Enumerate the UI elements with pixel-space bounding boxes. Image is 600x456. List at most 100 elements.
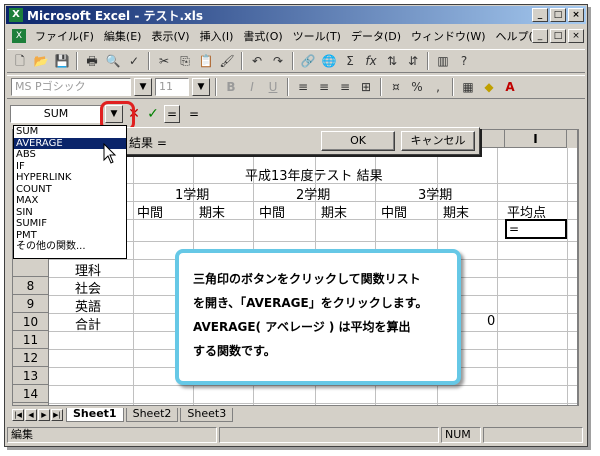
title-bar[interactable]: X Microsoft Excel - テスト.xls _ □ × [6,6,586,24]
close-button[interactable]: × [568,8,584,22]
percent-button[interactable]: % [408,78,426,96]
cancel-button[interactable]: キャンセル [401,131,475,151]
row-header-12[interactable]: 12 [13,349,49,367]
tab-first-icon[interactable]: |◀ [12,409,24,421]
function-icon[interactable]: fx [362,52,380,70]
document-icon[interactable]: X [12,29,26,43]
row-header-13[interactable]: 13 [13,367,49,385]
row-header-14[interactable]: 14 [13,385,49,403]
cut-icon[interactable]: ✂ [155,52,173,70]
menu-format[interactable]: 書式(O) [238,28,287,44]
row-header-15[interactable]: 15 [13,403,49,405]
screenshot-stage: X Microsoft Excel - テスト.xls _ □ × X ファイル… [0,0,600,456]
fill-color-icon[interactable]: ◆ [480,78,498,96]
font-size-box[interactable]: 11 [155,78,189,96]
tab-next-icon[interactable]: ▶ [38,409,50,421]
row-header-7[interactable] [13,259,49,277]
align-center-icon[interactable]: ≡ [315,78,333,96]
hyperlink-icon[interactable]: 🔗 [299,52,317,70]
edit-formula-button[interactable]: = [164,105,180,123]
doc-restore-button[interactable]: □ [550,29,566,43]
doc-minimize-button[interactable]: _ [532,29,548,43]
gridline [49,385,577,386]
function-item-sumif[interactable]: SUMIF [14,218,126,230]
paste-icon[interactable]: 📋 [197,52,215,70]
enter-check-icon[interactable]: ✓ [145,106,161,122]
sort-desc-icon[interactable]: ⇵ [404,52,422,70]
menu-view[interactable]: 表示(V) [146,28,194,44]
function-item-sum[interactable]: SUM [14,126,126,138]
menu-window[interactable]: ウィンドウ(W) [406,28,490,44]
tab-sheet3[interactable]: Sheet3 [180,408,234,422]
function-item-sin[interactable]: SIN [14,207,126,219]
comma-button[interactable]: , [429,78,447,96]
status-num: NUM [441,427,481,443]
function-item-pmt[interactable]: PMT [14,230,126,242]
column-header-i[interactable]: I [505,130,567,148]
doc-close-button[interactable]: × [568,29,584,43]
align-right-icon[interactable]: ≡ [336,78,354,96]
function-item-max[interactable]: MAX [14,195,126,207]
font-name-dropdown[interactable]: ▼ [134,78,152,96]
print-icon[interactable]: 🖶 [83,52,101,70]
save-icon[interactable]: 💾 [53,52,71,70]
menu-insert[interactable]: 挿入(I) [195,28,239,44]
tab-prev-icon[interactable]: ◀ [25,409,37,421]
align-left-icon[interactable]: ≡ [294,78,312,96]
underline-button[interactable]: U [264,78,282,96]
term2-mid-header: 中間 [259,206,286,221]
tab-sheet2[interactable]: Sheet2 [125,408,179,422]
status-bar: 編集 NUM [7,426,585,444]
tab-last-icon[interactable]: ▶| [51,409,63,421]
menu-file[interactable]: ファイル(F) [30,28,99,44]
bold-button[interactable]: B [222,78,240,96]
tab-sheet1[interactable]: Sheet1 [66,408,124,422]
undo-icon[interactable]: ↶ [248,52,266,70]
maximize-button[interactable]: □ [550,8,566,22]
help-icon[interactable]: ? [455,52,473,70]
minimize-button[interactable]: _ [532,8,548,22]
autosum-icon[interactable]: Σ [341,52,359,70]
status-blank-2 [483,427,583,443]
name-box[interactable]: SUM [10,105,102,123]
term3-header: 3学期 [418,188,453,203]
toolbar-separator [241,52,243,70]
row-header-10[interactable]: 10 [13,313,49,331]
formula-value[interactable]: = [189,107,199,121]
row-label-english: 英語 [75,300,102,315]
vertical-scrollbar[interactable] [578,129,586,406]
spell-check-icon[interactable]: ✓ [125,52,143,70]
font-name-box[interactable]: MS Pゴシック [11,78,131,96]
italic-button[interactable]: I [243,78,261,96]
new-icon[interactable]: 🗋 [11,52,29,70]
redo-icon[interactable]: ↷ [269,52,287,70]
menu-data[interactable]: データ(D) [346,28,406,44]
sort-asc-icon[interactable]: ⇅ [383,52,401,70]
ok-button[interactable]: OK [321,131,395,151]
function-item-more[interactable]: その他の関数... [14,241,126,253]
row-header-9[interactable]: 9 [13,295,49,313]
print-preview-icon[interactable]: 🔍 [104,52,122,70]
toolbar-separator [287,78,289,96]
format-painter-icon[interactable]: 🖌 [218,52,236,70]
function-item-hyperlink[interactable]: HYPERLINK [14,172,126,184]
row-header-8[interactable]: 8 [13,277,49,295]
excel-app-icon: X [9,8,23,22]
copy-icon[interactable]: ⎘ [176,52,194,70]
merge-center-icon[interactable]: ⊞ [357,78,375,96]
formatting-toolbar: MS Pゴシック ▼ 11 ▼ B I U ≡ ≡ ≡ ⊞ ¤ % , ▦ ◆ … [7,75,585,99]
borders-icon[interactable]: ▦ [459,78,477,96]
menu-edit[interactable]: 編集(E) [99,28,147,44]
function-item-count[interactable]: COUNT [14,184,126,196]
open-icon[interactable]: 📂 [32,52,50,70]
row-label-total: 合計 [75,318,102,333]
currency-icon[interactable]: ¤ [387,78,405,96]
term1-mid-header: 中間 [137,206,164,221]
menu-tools[interactable]: ツール(T) [288,28,346,44]
font-size-dropdown[interactable]: ▼ [192,78,210,96]
web-icon[interactable]: 🌐 [320,52,338,70]
chart-icon[interactable]: ▥ [434,52,452,70]
font-color-icon[interactable]: A [501,78,519,96]
row-header-11[interactable]: 11 [13,331,49,349]
selected-cell[interactable]: = [505,219,567,239]
